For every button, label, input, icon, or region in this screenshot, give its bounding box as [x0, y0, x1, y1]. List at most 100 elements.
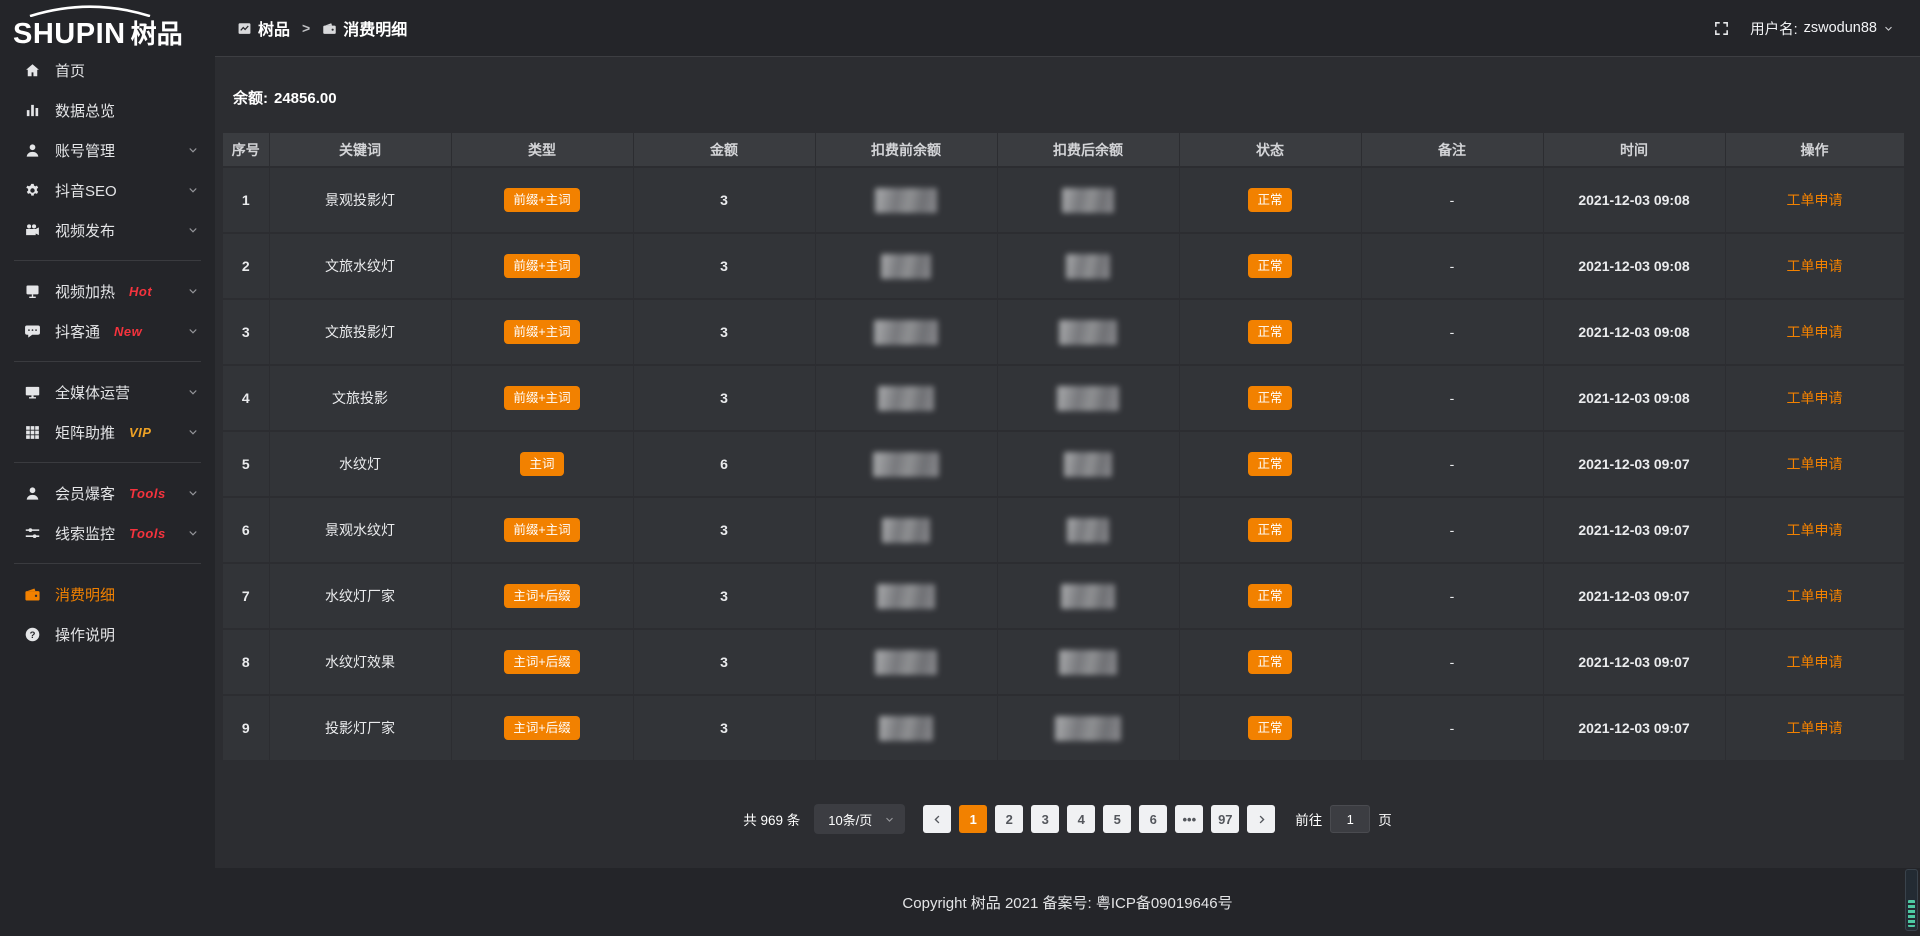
user-menu[interactable]: 用户名: zswodun88 [1750, 18, 1894, 39]
cell-balance-before [815, 695, 997, 761]
table-row: 9投影灯厂家主词+后缀3正常-2021-12-03 09:07工单申请 [223, 695, 1904, 761]
sidebar-item-display[interactable]: 视频加热Hot [0, 271, 215, 311]
cell-index: 4 [223, 365, 269, 431]
next-page-button[interactable] [1247, 805, 1275, 833]
sidebar-item-question[interactable]: ?操作说明 [0, 614, 215, 654]
cell-status: 正常 [1179, 563, 1361, 629]
cell-keyword: 水纹灯效果 [269, 629, 451, 695]
wallet-icon [24, 586, 41, 603]
status-badge: 正常 [1248, 254, 1291, 279]
sidebar-item-grid[interactable]: 矩阵助推VIP [0, 412, 215, 452]
cell-type: 前缀+主词 [451, 233, 633, 299]
sidebar-item-wallet[interactable]: 消费明细 [0, 574, 215, 614]
page-button-4[interactable]: 4 [1067, 805, 1095, 833]
sidebar-item-label: 矩阵助推 [55, 422, 115, 443]
more-pages-button[interactable]: ••• [1175, 805, 1203, 833]
fullscreen-icon[interactable] [1713, 20, 1730, 37]
status-badge: 正常 [1248, 584, 1291, 609]
cell-type: 主词+后缀 [451, 563, 633, 629]
cell-action: 工单申请 [1725, 497, 1904, 563]
goto-page-input[interactable] [1330, 805, 1370, 833]
sidebar-item-monitor[interactable]: 全媒体运营 [0, 372, 215, 412]
balance-value: 24856.00 [274, 90, 337, 107]
cell-time: 2021-12-03 09:07 [1543, 695, 1725, 761]
work-order-link[interactable]: 工单申请 [1787, 324, 1843, 340]
cell-remark: - [1361, 299, 1543, 365]
cell-balance-before [815, 299, 997, 365]
redacted-balance [1064, 452, 1112, 477]
page-button-2[interactable]: 2 [995, 805, 1023, 833]
sidebar-item-tag: New [114, 324, 142, 339]
breadcrumb-separator: > [302, 20, 310, 36]
work-order-link[interactable]: 工单申请 [1787, 258, 1843, 274]
cell-keyword: 文旅投影 [269, 365, 451, 431]
column-header: 关键词 [269, 133, 451, 167]
cell-time: 2021-12-03 09:08 [1543, 299, 1725, 365]
cell-index: 9 [223, 695, 269, 761]
page-button-3[interactable]: 3 [1031, 805, 1059, 833]
type-badge: 前缀+主词 [504, 320, 579, 345]
redacted-balance [1057, 386, 1119, 411]
table-row: 1景观投影灯前缀+主词3正常-2021-12-03 09:08工单申请 [223, 167, 1904, 233]
copyright-text: Copyright 树品 2021 备案号: 粤ICP备09019646号 [902, 892, 1232, 913]
sidebar-item-sliders[interactable]: 线索监控Tools [0, 513, 215, 553]
work-order-link[interactable]: 工单申请 [1787, 522, 1843, 538]
cell-action: 工单申请 [1725, 365, 1904, 431]
page-button-97[interactable]: 97 [1211, 805, 1239, 833]
breadcrumb-item[interactable]: 消费明细 [322, 16, 407, 40]
chevron-down-icon [187, 224, 199, 236]
chart-icon [24, 102, 41, 119]
cell-type: 前缀+主词 [451, 365, 633, 431]
cell-status: 正常 [1179, 431, 1361, 497]
column-header: 操作 [1725, 133, 1904, 167]
sidebar-item-member[interactable]: 会员爆客Tools [0, 473, 215, 513]
cell-balance-after [997, 431, 1179, 497]
cell-amount: 3 [633, 695, 815, 761]
page-button-1[interactable]: 1 [959, 805, 987, 833]
work-order-link[interactable]: 工单申请 [1787, 192, 1843, 208]
cell-remark: - [1361, 167, 1543, 233]
cell-keyword: 水纹灯厂家 [269, 563, 451, 629]
sidebar-item-comment[interactable]: 抖客通New [0, 311, 215, 351]
page-size-select[interactable]: 10条/页 [814, 804, 905, 834]
cell-keyword: 文旅投影灯 [269, 299, 451, 365]
cell-amount: 3 [633, 629, 815, 695]
redacted-balance [877, 584, 935, 609]
chevron-down-icon [187, 325, 199, 337]
page-button-6[interactable]: 6 [1139, 805, 1167, 833]
redacted-balance [875, 650, 937, 675]
sidebar-divider [14, 462, 201, 463]
cell-remark: - [1361, 497, 1543, 563]
prev-page-button[interactable] [923, 805, 951, 833]
work-order-link[interactable]: 工单申请 [1787, 654, 1843, 670]
sidebar-divider [14, 361, 201, 362]
sidebar-item-gear[interactable]: 抖音SEO [0, 170, 215, 210]
sidebar-item-user[interactable]: 账号管理 [0, 130, 215, 170]
home-icon [24, 62, 41, 79]
sidebar-item-label: 数据总览 [55, 100, 115, 121]
logo[interactable]: SHUPIN树品 [0, 0, 215, 50]
column-header: 备注 [1361, 133, 1543, 167]
sidebar-item-video[interactable]: 视频发布 [0, 210, 215, 250]
work-order-link[interactable]: 工单申请 [1787, 390, 1843, 406]
table-header-row: 序号关键词类型金额扣费前余额扣费后余额状态备注时间操作 [223, 133, 1904, 167]
breadcrumb-item[interactable]: 树品 [237, 16, 290, 40]
cell-balance-before [815, 629, 997, 695]
status-badge: 正常 [1248, 188, 1291, 213]
page-button-5[interactable]: 5 [1103, 805, 1131, 833]
work-order-link[interactable]: 工单申请 [1787, 720, 1843, 736]
work-order-link[interactable]: 工单申请 [1787, 588, 1843, 604]
sidebar-item-home[interactable]: 首页 [0, 50, 215, 90]
user-icon [24, 142, 41, 159]
cell-index: 2 [223, 233, 269, 299]
chat-widget[interactable] [1905, 869, 1918, 931]
page-size-value: 10条/页 [828, 810, 872, 829]
cell-action: 工单申请 [1725, 167, 1904, 233]
goto-page: 前往页 [1295, 805, 1392, 833]
type-badge: 前缀+主词 [504, 254, 579, 279]
cell-status: 正常 [1179, 167, 1361, 233]
redacted-balance [881, 254, 931, 279]
sidebar-item-chart[interactable]: 数据总览 [0, 90, 215, 130]
breadcrumb-label: 树品 [258, 16, 290, 40]
work-order-link[interactable]: 工单申请 [1787, 456, 1843, 472]
